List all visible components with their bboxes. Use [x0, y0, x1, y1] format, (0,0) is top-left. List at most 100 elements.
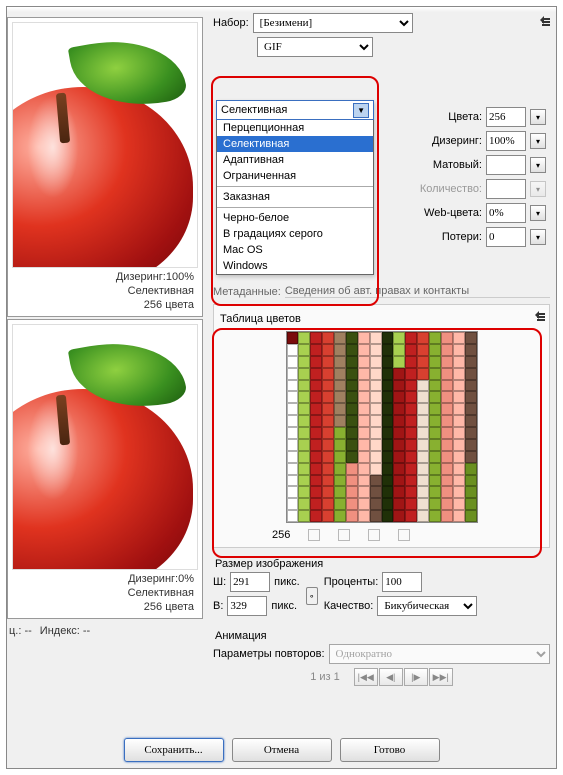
color-swatch[interactable] [370, 332, 382, 344]
color-swatch[interactable] [453, 403, 465, 415]
color-swatch[interactable] [453, 427, 465, 439]
color-swatch[interactable] [465, 486, 477, 498]
color-swatch[interactable] [393, 403, 405, 415]
color-swatch[interactable] [370, 439, 382, 451]
color-swatch[interactable] [287, 368, 299, 380]
color-swatch[interactable] [346, 486, 358, 498]
color-swatch[interactable] [346, 391, 358, 403]
color-swatch[interactable] [346, 451, 358, 463]
color-swatch[interactable] [358, 332, 370, 344]
color-swatch[interactable] [429, 332, 441, 344]
color-swatch[interactable] [417, 368, 429, 380]
color-swatch[interactable] [465, 439, 477, 451]
color-swatch[interactable] [370, 463, 382, 475]
color-swatch[interactable] [429, 356, 441, 368]
color-swatch[interactable] [453, 498, 465, 510]
color-swatch[interactable] [322, 486, 334, 498]
lock-icon[interactable] [338, 529, 350, 541]
color-swatch[interactable] [298, 486, 310, 498]
dropdown-arrow-icon[interactable]: ▼ [353, 103, 369, 118]
color-swatch[interactable] [465, 415, 477, 427]
color-swatch[interactable] [287, 498, 299, 510]
color-swatch[interactable] [346, 368, 358, 380]
color-swatch[interactable] [358, 475, 370, 487]
color-swatch[interactable] [393, 344, 405, 356]
preview-2[interactable]: Дизеринг:0% Селективная 256 цвета [7, 319, 203, 619]
algorithm-option[interactable]: Windows [217, 258, 373, 274]
color-swatch[interactable] [429, 498, 441, 510]
color-swatch[interactable] [310, 368, 322, 380]
colors-stepper[interactable]: ▾ [530, 109, 546, 125]
map-icon[interactable] [308, 529, 320, 541]
color-swatch[interactable] [393, 486, 405, 498]
color-swatch[interactable] [429, 344, 441, 356]
color-swatch[interactable] [405, 380, 417, 392]
color-swatch[interactable] [322, 415, 334, 427]
color-swatch[interactable] [429, 415, 441, 427]
color-swatch[interactable] [358, 439, 370, 451]
color-swatch[interactable] [358, 368, 370, 380]
color-swatch[interactable] [417, 510, 429, 522]
color-swatch[interactable] [322, 475, 334, 487]
new-icon[interactable] [368, 529, 380, 541]
color-swatch[interactable] [310, 463, 322, 475]
color-swatch[interactable] [346, 415, 358, 427]
color-swatch[interactable] [405, 332, 417, 344]
color-swatch[interactable] [287, 427, 299, 439]
color-swatch[interactable] [465, 475, 477, 487]
color-swatch[interactable] [405, 403, 417, 415]
color-swatch[interactable] [441, 451, 453, 463]
color-swatch[interactable] [405, 368, 417, 380]
color-swatch[interactable] [322, 451, 334, 463]
color-swatch[interactable] [465, 451, 477, 463]
color-swatch[interactable] [287, 391, 299, 403]
color-swatch[interactable] [287, 380, 299, 392]
color-swatch[interactable] [441, 463, 453, 475]
color-swatch[interactable] [322, 380, 334, 392]
color-swatch[interactable] [393, 498, 405, 510]
colors-input[interactable] [486, 107, 526, 127]
color-swatch[interactable] [441, 475, 453, 487]
color-swatch[interactable] [429, 451, 441, 463]
color-swatch[interactable] [298, 332, 310, 344]
color-swatch[interactable] [370, 344, 382, 356]
color-swatch[interactable] [346, 380, 358, 392]
color-swatch[interactable] [370, 391, 382, 403]
color-swatch[interactable] [334, 451, 346, 463]
color-swatch[interactable] [405, 391, 417, 403]
color-swatch[interactable] [370, 498, 382, 510]
color-swatch[interactable] [298, 510, 310, 522]
algorithm-option[interactable]: Адаптивная [217, 152, 373, 168]
color-swatch[interactable] [358, 451, 370, 463]
color-swatch[interactable] [453, 486, 465, 498]
color-swatch[interactable] [334, 463, 346, 475]
color-swatch[interactable] [346, 439, 358, 451]
color-swatch[interactable] [382, 451, 394, 463]
color-swatch[interactable] [287, 439, 299, 451]
color-swatch[interactable] [322, 510, 334, 522]
color-swatch[interactable] [453, 439, 465, 451]
color-swatch[interactable] [405, 463, 417, 475]
color-swatch[interactable] [417, 403, 429, 415]
color-swatch[interactable] [405, 439, 417, 451]
matte-input[interactable] [486, 155, 526, 175]
color-swatch[interactable] [310, 451, 322, 463]
color-swatch[interactable] [346, 510, 358, 522]
color-swatch[interactable] [370, 427, 382, 439]
color-swatch[interactable] [358, 415, 370, 427]
color-swatch[interactable] [382, 344, 394, 356]
color-swatch[interactable] [358, 356, 370, 368]
color-swatch[interactable] [370, 451, 382, 463]
color-swatch[interactable] [370, 356, 382, 368]
color-swatch[interactable] [405, 415, 417, 427]
color-swatch[interactable] [346, 403, 358, 415]
color-swatch[interactable] [358, 486, 370, 498]
color-swatch[interactable] [393, 368, 405, 380]
color-swatch[interactable] [334, 356, 346, 368]
color-swatch[interactable] [393, 415, 405, 427]
color-swatch[interactable] [310, 415, 322, 427]
color-swatch[interactable] [370, 403, 382, 415]
websnap-stepper[interactable]: ▾ [530, 205, 546, 221]
algorithm-option[interactable]: Перцепционная [217, 120, 373, 136]
quality-select[interactable]: Бикубическая [377, 596, 477, 616]
